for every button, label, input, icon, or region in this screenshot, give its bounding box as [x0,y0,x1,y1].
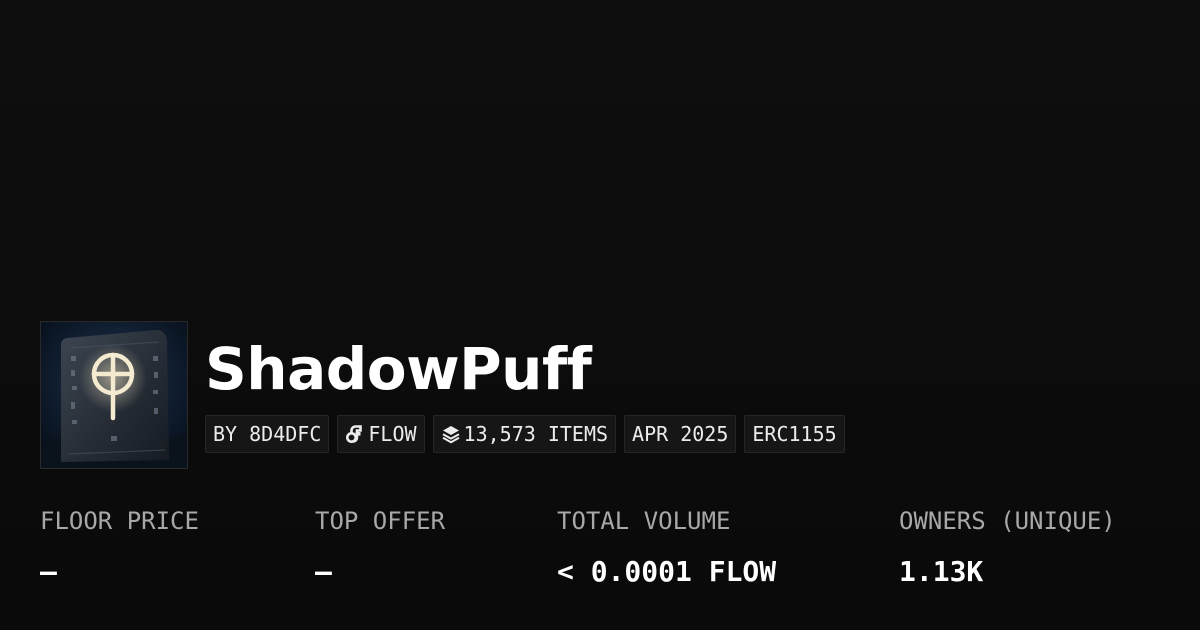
collection-title: ShadowPuff [205,335,592,403]
collection-stats: FLOOR PRICE – TOP OFFER – TOTAL VOLUME <… [0,505,1200,605]
floor-price-label: FLOOR PRICE [40,507,199,535]
title-block: ShadowPuff BY 8D4DFC FLOW 13,573 ITEMS A… [205,321,845,453]
chain-tag[interactable]: FLOW [337,415,425,453]
total-volume-stat: TOTAL VOLUME < 0.0001 FLOW [557,505,776,590]
date-tag-label: APR 2025 [632,422,729,446]
total-volume-label: TOTAL VOLUME [557,507,731,535]
owners-label: OWNERS (UNIQUE) [899,507,1116,535]
flow-chain-icon [345,424,365,444]
floor-price-stat: FLOOR PRICE – [40,505,199,590]
floor-price-value: – [40,555,57,588]
date-tag: APR 2025 [624,415,737,453]
creator-tag-label: BY 8D4DFC [213,422,322,446]
top-offer-value: – [315,555,332,588]
owners-value: 1.13K [899,555,984,588]
collection-avatar-image [40,321,188,469]
total-volume-value: < 0.0001 FLOW [557,555,777,588]
standard-tag-label: ERC1155 [752,422,837,446]
chain-tag-label: FLOW [368,422,417,446]
top-offer-stat: TOP OFFER – [315,505,445,590]
standard-tag: ERC1155 [744,415,845,453]
items-tag-label: 13,573 ITEMS [463,422,609,446]
items-tag[interactable]: 13,573 ITEMS [432,415,617,453]
top-offer-label: TOP OFFER [315,507,446,535]
owners-stat: OWNERS (UNIQUE) 1.13K [899,505,1116,590]
collection-tags: BY 8D4DFC FLOW 13,573 ITEMS APR 2025 ERC… [205,415,845,453]
layers-icon [441,424,461,444]
creator-tag[interactable]: BY 8D4DFC [205,415,330,453]
collection-header: ShadowPuff BY 8D4DFC FLOW 13,573 ITEMS A… [40,321,845,469]
